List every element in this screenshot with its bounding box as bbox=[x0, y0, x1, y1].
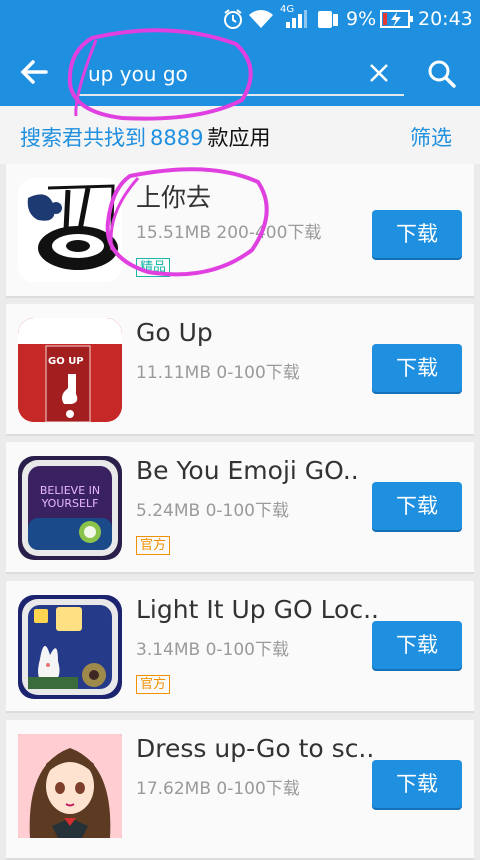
download-button[interactable]: 下载 bbox=[372, 482, 462, 530]
app-meta: 5.24MB 0-100下载 bbox=[136, 501, 289, 521]
list-item[interactable]: GO UP Go Up 11.11MB 0-100下载 下载 bbox=[6, 304, 474, 436]
featured-badge: 精品 bbox=[136, 258, 171, 277]
app-name: Go Up bbox=[136, 318, 213, 347]
wifi-icon bbox=[249, 10, 273, 28]
result-summary-bar: 搜索君共找到 8889 款应用 筛选 bbox=[0, 106, 480, 164]
download-button[interactable]: 下载 bbox=[372, 621, 462, 669]
app-icon-dress-up bbox=[18, 734, 122, 838]
clear-icon[interactable] bbox=[368, 62, 390, 84]
list-item[interactable]: 上你去 15.51MB 200-400下载 精品 下载 bbox=[6, 164, 474, 298]
alarm-icon bbox=[224, 9, 242, 29]
search-input-value: up you go bbox=[88, 62, 188, 86]
app-name: Light It Up GO Loc.. bbox=[136, 595, 379, 624]
result-count: 8889 bbox=[150, 126, 204, 150]
app-name: Be You Emoji GO.. bbox=[136, 456, 359, 485]
list-item[interactable]: Dress up-Go to sc.. 17.62MB 0-100下载 下载 bbox=[6, 720, 474, 860]
sim-card-icon bbox=[318, 11, 338, 28]
clock: 20:43 bbox=[418, 8, 473, 30]
filter-button[interactable]: 筛选 bbox=[410, 122, 452, 152]
believe-icon-text: BELIEVE IN YOURSELF bbox=[39, 484, 101, 510]
app-meta: 11.11MB 0-100下载 bbox=[136, 363, 300, 383]
app-meta: 3.14MB 0-100下载 bbox=[136, 640, 289, 660]
list-item[interactable]: Light It Up GO Loc.. 3.14MB 0-100下载 官方 下… bbox=[6, 581, 474, 713]
search-input[interactable]: up you go bbox=[78, 56, 404, 96]
search-icon[interactable] bbox=[426, 58, 458, 90]
download-button[interactable]: 下载 bbox=[372, 210, 462, 258]
battery-percent: 9% bbox=[346, 8, 377, 30]
app-meta: 17.62MB 0-100下载 bbox=[136, 779, 300, 799]
list-item[interactable]: BELIEVE IN YOURSELF Be You Emoji GO.. 5.… bbox=[6, 442, 474, 574]
app-meta: 15.51MB 200-400下载 bbox=[136, 223, 322, 243]
app-icon-light-it-up bbox=[18, 595, 122, 699]
result-suffix: 款应用 bbox=[207, 126, 271, 150]
battery-charging-icon bbox=[380, 10, 413, 28]
app-icon-be-you-emoji: BELIEVE IN YOURSELF bbox=[18, 456, 122, 560]
app-name: Dress up-Go to sc.. bbox=[136, 734, 375, 763]
back-arrow-icon[interactable] bbox=[16, 54, 52, 90]
official-badge: 官方 bbox=[136, 536, 171, 555]
download-button[interactable]: 下载 bbox=[372, 760, 462, 808]
download-button[interactable]: 下载 bbox=[372, 344, 462, 392]
official-badge: 官方 bbox=[136, 675, 171, 694]
app-icon-shangniqu bbox=[18, 178, 122, 282]
app-icon-go-up: GO UP bbox=[18, 318, 122, 422]
result-prefix: 搜索君共找到 bbox=[20, 126, 146, 150]
result-summary: 搜索君共找到 8889 款应用 bbox=[20, 122, 270, 152]
status-bar: 4G 9% 20:43 bbox=[0, 0, 480, 38]
go-up-icon-text: GO UP bbox=[48, 356, 84, 367]
app-name: 上你去 bbox=[136, 183, 212, 212]
signal-icon bbox=[286, 10, 307, 28]
search-header: up you go bbox=[0, 38, 480, 106]
